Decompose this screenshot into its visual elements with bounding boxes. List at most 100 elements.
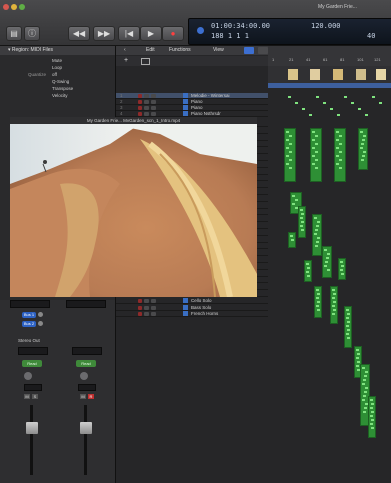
mute-icon[interactable] <box>144 312 149 317</box>
functions-menu[interactable]: Functions <box>169 46 191 55</box>
midi-region[interactable] <box>310 128 322 182</box>
inspector-row-value: Loop <box>52 65 63 70</box>
inspector-row[interactable]: Velocity <box>0 93 110 100</box>
instrument-icon <box>183 105 188 110</box>
record-enable-icon[interactable] <box>138 106 142 110</box>
record-button[interactable]: ● <box>162 26 184 41</box>
go-to-start-button[interactable]: |◀ <box>118 26 140 41</box>
melodie-region[interactable] <box>268 83 391 88</box>
group-slot[interactable] <box>72 347 102 355</box>
global-tracks-icon[interactable] <box>141 58 150 65</box>
mute-icon[interactable] <box>144 94 149 98</box>
solo-icon[interactable] <box>151 298 156 303</box>
inspector-row[interactable]: Loop <box>0 65 110 72</box>
view-menu[interactable]: View <box>213 46 224 55</box>
inspector-region-header[interactable]: ▾ Region: MIDI Files <box>0 46 115 55</box>
zoom-window-button[interactable] <box>19 4 25 10</box>
back-arrow-icon[interactable]: ‹ <box>124 46 126 55</box>
midi-region[interactable] <box>284 128 296 182</box>
mute-icon[interactable] <box>144 298 149 303</box>
track-name: Bass Solo <box>191 304 212 310</box>
library-icon[interactable]: ▤ <box>6 26 22 41</box>
forward-button[interactable]: ▶▶ <box>93 26 115 41</box>
volume-fader-handle[interactable] <box>80 422 92 434</box>
midi-region[interactable] <box>312 214 322 256</box>
record-enable-icon[interactable] <box>138 298 142 303</box>
midi-region[interactable] <box>358 128 368 170</box>
plugin-slot[interactable] <box>66 300 106 308</box>
lcd-display[interactable]: 01:00:34:00.00 188 1 1 1 120.000 40 <box>188 18 391 45</box>
record-enable-button[interactable]: R <box>88 394 94 399</box>
solo-icon[interactable] <box>151 305 156 310</box>
record-enable-icon[interactable] <box>138 312 142 317</box>
inspector-icon[interactable]: ⓘ <box>24 26 40 41</box>
automation-read-button[interactable]: Read <box>22 360 42 367</box>
close-window-button[interactable] <box>3 4 9 10</box>
mute-icon[interactable] <box>144 106 149 110</box>
add-track-icon[interactable]: + <box>124 57 128 64</box>
inspector-row[interactable]: Mute <box>0 58 110 65</box>
record-enable-icon[interactable] <box>138 305 142 310</box>
midi-note <box>306 271 309 273</box>
cycle-icon[interactable] <box>197 27 204 34</box>
midi-note <box>346 333 349 335</box>
solo-icon[interactable] <box>151 106 156 110</box>
midi-note <box>316 96 319 98</box>
solo-button[interactable]: S <box>32 394 38 399</box>
solo-icon[interactable] <box>151 112 156 116</box>
track-header[interactable]: Bass Solo <box>116 304 268 311</box>
mute-icon[interactable] <box>144 305 149 310</box>
send-knob-icon[interactable] <box>38 321 43 326</box>
mute-button[interactable]: M <box>80 394 86 399</box>
mute-button[interactable]: M <box>24 394 30 399</box>
track-header[interactable]: French Horns <box>116 311 268 318</box>
mute-icon[interactable] <box>144 112 149 116</box>
edit-menu[interactable]: Edit <box>146 46 155 55</box>
midi-note <box>300 225 303 227</box>
track-header[interactable]: Cello Solo <box>116 297 268 304</box>
midi-region[interactable] <box>338 258 346 280</box>
inspector-row-value: Velocity <box>52 93 68 98</box>
inspector-row[interactable]: Quantize off <box>0 72 110 79</box>
plugin-slot[interactable] <box>10 300 50 308</box>
midi-note <box>362 367 365 369</box>
minimize-window-button[interactable] <box>11 4 17 10</box>
pan-knob-icon[interactable] <box>24 372 32 380</box>
bus-send-1[interactable]: Bus 1 <box>22 312 36 318</box>
solo-icon[interactable] <box>151 312 156 317</box>
rewind-button[interactable]: ◀◀ <box>68 26 90 41</box>
inspector-row[interactable]: Q-Swing <box>0 79 110 86</box>
pan-knob-icon[interactable] <box>80 372 88 380</box>
video-thumbnail <box>288 69 298 80</box>
solo-icon[interactable] <box>151 100 156 104</box>
midi-region[interactable] <box>304 260 312 282</box>
ruler[interactable]: 1 21 41 61 81 101 121 <box>268 46 391 67</box>
volume-fader-track[interactable] <box>30 405 33 475</box>
send-knob-icon[interactable] <box>38 312 43 317</box>
volume-fader-handle[interactable] <box>26 422 38 434</box>
record-enable-icon[interactable] <box>138 112 142 116</box>
arrange-area[interactable]: 1 21 41 61 81 101 121 <box>268 46 391 483</box>
inspector-row[interactable]: Transpose <box>0 86 110 93</box>
bus-send-2[interactable]: Bus 2 <box>22 321 36 327</box>
midi-region[interactable] <box>322 246 332 278</box>
midi-region[interactable] <box>298 206 306 238</box>
snap-icon[interactable] <box>244 47 254 54</box>
record-enable-icon[interactable] <box>138 100 142 104</box>
midi-region[interactable] <box>314 286 322 318</box>
midi-region[interactable] <box>368 396 376 438</box>
volume-fader-track[interactable] <box>84 405 87 475</box>
midi-region[interactable] <box>334 128 346 182</box>
midi-region[interactable] <box>288 232 296 248</box>
group-slot[interactable] <box>18 347 48 355</box>
record-enable-icon[interactable] <box>138 94 142 98</box>
inspector-row-value: Mute <box>52 58 63 63</box>
midi-region[interactable] <box>344 306 352 348</box>
grid-icon[interactable] <box>258 47 268 54</box>
automation-read-button[interactable]: Read <box>76 360 96 367</box>
midi-region[interactable] <box>330 286 338 324</box>
midi-note <box>371 419 374 421</box>
mute-icon[interactable] <box>144 100 149 104</box>
play-button[interactable]: ▶ <box>140 26 162 41</box>
solo-icon[interactable] <box>151 94 156 98</box>
